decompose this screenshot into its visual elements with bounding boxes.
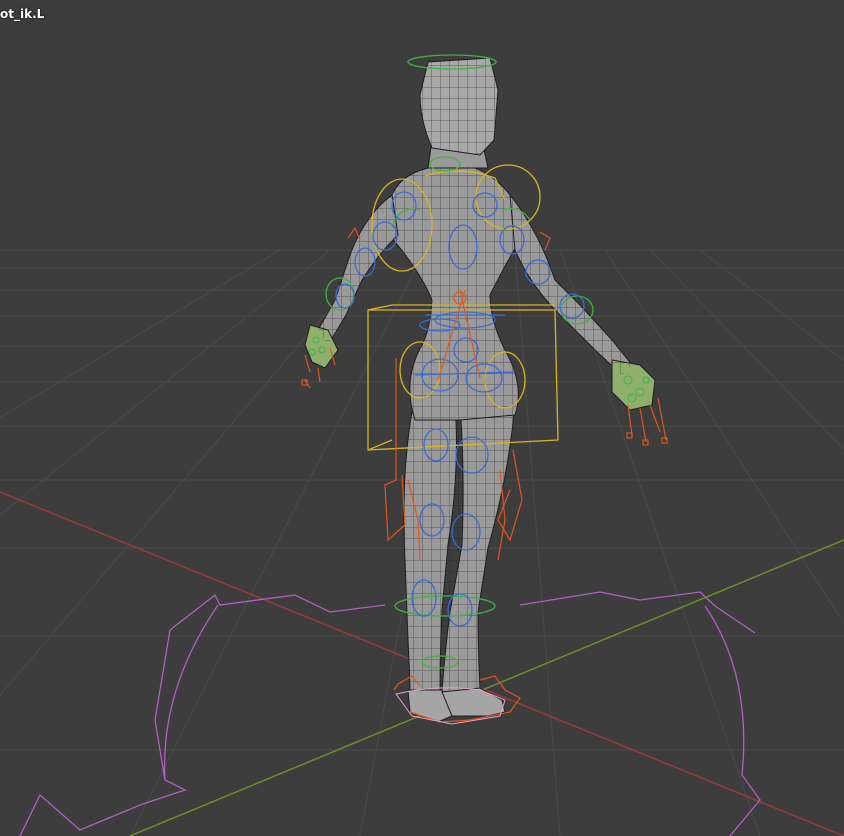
right-foot	[441, 687, 506, 717]
viewport-scene[interactable]	[0, 0, 844, 836]
3d-viewport[interactable]: ot_ik.L	[0, 0, 844, 836]
root-control-curve[interactable]	[19, 591, 761, 836]
character-mesh[interactable]	[304, 57, 656, 723]
mesh-wireframe	[318, 58, 632, 692]
active-object-label: ot_ik.L	[0, 7, 45, 21]
